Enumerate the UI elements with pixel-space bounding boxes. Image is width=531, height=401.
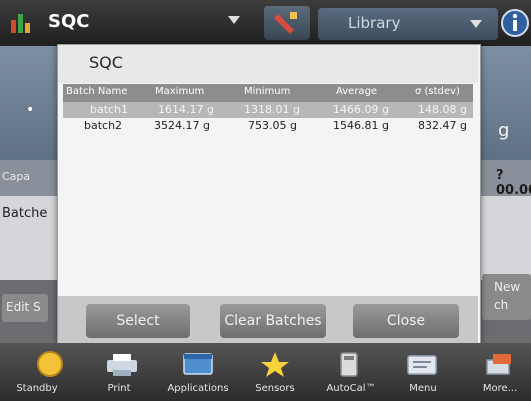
chevron-down-icon: [470, 20, 482, 28]
standby-icon[interactable]: [33, 350, 67, 378]
table-cell: 832.47 g: [418, 119, 467, 132]
column-header-minimum[interactable]: Minimum: [244, 86, 290, 97]
print-icon[interactable]: [105, 350, 139, 378]
batches-label: Batche: [2, 206, 48, 221]
tool-button[interactable]: [264, 6, 310, 40]
more-icon[interactable]: [483, 350, 517, 378]
table-cell: 1466.09 g: [333, 103, 389, 116]
autocal-icon[interactable]: [332, 350, 366, 378]
taskbar-label-menu: Menu: [409, 383, 437, 394]
select-button[interactable]: Select: [86, 304, 190, 338]
applications-icon[interactable]: [181, 350, 215, 378]
unit-label: g: [498, 120, 510, 141]
taskbar-label-standby: Standby: [16, 383, 58, 394]
column-header-maximum[interactable]: Maximum: [155, 86, 204, 97]
clear-batches-button[interactable]: Clear Batches: [220, 304, 326, 338]
sensors-icon[interactable]: [258, 350, 292, 378]
table-cell: 1318.01 g: [244, 103, 300, 116]
table-cell: batch1: [90, 103, 129, 116]
capacity-value: ?00.00: [496, 168, 531, 198]
library-label: Library: [348, 14, 401, 32]
app-title[interactable]: SQC: [48, 11, 89, 32]
table-cell: batch2: [84, 119, 123, 132]
capacity-label: Capa: [2, 170, 31, 183]
column-header-stdev[interactable]: σ (stdev): [415, 86, 460, 97]
table-cell: 3524.17 g: [154, 119, 210, 132]
taskbar-label-autocal: AutoCal™: [326, 383, 376, 394]
app-chart-icon: [11, 14, 30, 33]
taskbar-label-applications: Applications: [167, 383, 229, 394]
new-batch-label: New ch: [494, 280, 521, 312]
table-cell: 1546.81 g: [333, 119, 389, 132]
wrench-icon: [274, 12, 297, 34]
taskbar-label-sensors: Sensors: [255, 383, 295, 394]
table-cell: 1614.17 g: [158, 103, 214, 116]
column-header-average[interactable]: Average: [336, 86, 377, 97]
column-header-batch-name[interactable]: Batch Name: [66, 86, 127, 97]
edit-button-label: Edit S: [6, 300, 41, 314]
table-cell: 148.08 g: [418, 103, 467, 116]
taskbar-label-print: Print: [107, 383, 131, 394]
menu-icon[interactable]: [405, 350, 439, 378]
table-cell: 753.05 g: [248, 119, 297, 132]
info-icon[interactable]: [500, 7, 530, 39]
chevron-down-icon[interactable]: [228, 16, 240, 24]
stability-dot: •: [26, 102, 35, 118]
dialog-title: SQC: [89, 53, 123, 72]
taskbar-label-more: More...: [482, 383, 518, 394]
close-button[interactable]: Close: [353, 304, 459, 338]
